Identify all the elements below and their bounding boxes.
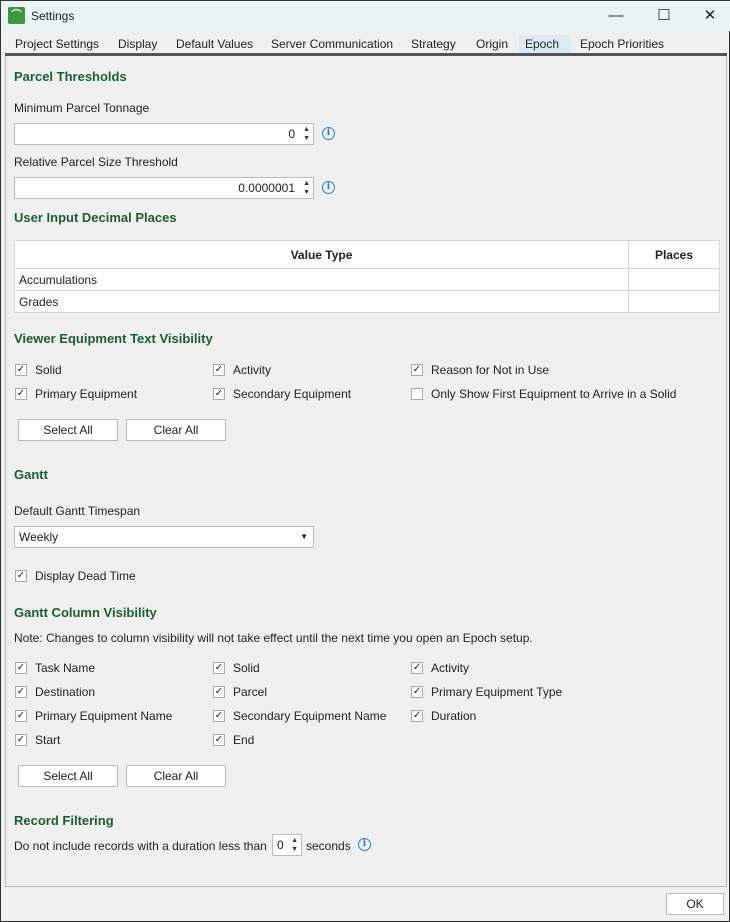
column-checkbox-label: Solid xyxy=(233,661,260,675)
column-checkbox[interactable]: ✓ xyxy=(411,710,423,722)
spin-up-icon[interactable]: ▲ xyxy=(291,837,298,845)
window-title: Settings xyxy=(31,9,75,23)
column-checkbox[interactable]: ✓ xyxy=(213,734,225,746)
timespan-value: Weekly xyxy=(19,530,59,544)
close-button[interactable]: ✕ xyxy=(695,5,725,27)
viewer-checkbox-label: Reason for Not in Use xyxy=(431,363,550,377)
section-heading: Gantt xyxy=(14,467,48,482)
tab-default-values[interactable]: Default Values xyxy=(170,35,259,53)
app-logo-icon: ⌒ xyxy=(8,7,25,24)
tab-display[interactable]: Display xyxy=(112,35,163,53)
column-checkbox-label: Parcel xyxy=(233,685,268,699)
relative-parcel-label: Relative Parcel Size Threshold xyxy=(14,155,178,169)
relative-parcel-threshold-input[interactable]: 0.0000001 ▲ ▼ xyxy=(14,177,314,199)
section-heading: Viewer Equipment Text Visibility xyxy=(14,331,213,346)
column-header-places[interactable]: Places xyxy=(628,240,720,269)
section-heading: Record Filtering xyxy=(14,813,114,828)
filter-suffix-label: seconds xyxy=(306,839,351,853)
info-icon[interactable]: i xyxy=(322,127,335,140)
info-icon[interactable]: i xyxy=(322,181,335,194)
viewer-checkbox-label: Secondary Equipment xyxy=(233,387,352,401)
column-checkbox[interactable]: ✓ xyxy=(15,710,27,722)
column-checkbox[interactable]: ✓ xyxy=(15,734,27,746)
column-checkbox-label: Primary Equipment Type xyxy=(431,685,563,699)
spin-up-icon[interactable]: ▲ xyxy=(303,180,310,188)
column-checkbox-label: Duration xyxy=(431,709,477,723)
filter-prefix-label: Do not include records with a duration l… xyxy=(14,839,267,853)
viewer-select-all-button[interactable]: Select All xyxy=(18,419,118,441)
column-visibility-note: Note: Changes to column visibility will … xyxy=(14,631,533,645)
tab-origin[interactable]: Origin xyxy=(470,35,514,53)
column-checkbox-label: End xyxy=(233,733,255,747)
viewer-checkbox[interactable]: ✓ xyxy=(213,388,225,400)
tab-epoch-priorities[interactable]: Epoch Priorities xyxy=(574,35,670,53)
display-dead-time-checkbox[interactable]: ✓ xyxy=(15,570,27,582)
viewer-checkbox-label: Primary Equipment xyxy=(35,387,138,401)
section-heading: User Input Decimal Places xyxy=(14,210,177,225)
column-header-value-type[interactable]: Value Type xyxy=(14,240,629,269)
column-checkbox-label: Secondary Equipment Name xyxy=(233,709,387,723)
spin-down-icon[interactable]: ▼ xyxy=(303,135,310,143)
decimal-places-table: Value Type Places Accumulations Grades xyxy=(14,240,720,313)
tab-project-settings[interactable]: Project Settings xyxy=(9,35,105,53)
spin-down-icon[interactable]: ▼ xyxy=(303,189,310,197)
viewer-checkbox-label: Solid xyxy=(35,363,62,377)
tab-bar: Project Settings Display Default Values … xyxy=(5,35,727,56)
viewer-checkbox-label: Only Show First Equipment to Arrive in a… xyxy=(431,387,677,401)
section-heading: Gantt Column Visibility xyxy=(14,605,157,620)
title-bar: ⌒ Settings ☐ — ✕ xyxy=(1,1,730,31)
info-icon[interactable]: i xyxy=(358,838,371,851)
ok-button[interactable]: OK xyxy=(666,893,724,915)
maximize-button[interactable]: ☐ xyxy=(649,5,679,27)
min-parcel-label: Minimum Parcel Tonnage xyxy=(14,101,150,115)
min-parcel-tonnage-input[interactable]: 0 ▲ ▼ xyxy=(14,123,314,145)
cell-value-type: Accumulations xyxy=(14,268,629,291)
column-checkbox[interactable]: ✓ xyxy=(213,710,225,722)
table-row[interactable]: Accumulations xyxy=(14,268,720,291)
relative-parcel-value: 0.0000001 xyxy=(238,181,295,195)
table-row[interactable]: Grades xyxy=(14,290,720,313)
gantt-timespan-select[interactable]: Weekly ▼ xyxy=(14,526,314,548)
display-dead-time-label: Display Dead Time xyxy=(35,569,136,583)
column-checkbox-label: Destination xyxy=(35,685,96,699)
columns-select-all-button[interactable]: Select All xyxy=(18,765,118,787)
column-checkbox-label: Task Name xyxy=(35,661,96,675)
cell-places[interactable] xyxy=(628,268,720,291)
viewer-checkbox[interactable]: ✓ xyxy=(15,388,27,400)
viewer-clear-all-button[interactable]: Clear All xyxy=(126,419,226,441)
columns-clear-all-button[interactable]: Clear All xyxy=(126,765,226,787)
column-checkbox-label: Activity xyxy=(431,661,470,675)
tab-server-communication[interactable]: Server Communication xyxy=(265,35,399,53)
column-checkbox[interactable]: ✓ xyxy=(411,686,423,698)
viewer-checkbox[interactable]: ✓ xyxy=(411,364,423,376)
spin-up-icon[interactable]: ▲ xyxy=(303,126,310,134)
min-parcel-value: 0 xyxy=(288,127,295,141)
minimize-button[interactable]: — xyxy=(601,5,631,27)
column-checkbox-label: Primary Equipment Name xyxy=(35,709,173,723)
column-checkbox[interactable]: ✓ xyxy=(213,662,225,674)
viewer-checkbox[interactable]: ✓ xyxy=(15,364,27,376)
cell-value-type: Grades xyxy=(14,290,629,313)
tab-epoch[interactable]: Epoch xyxy=(519,35,571,53)
viewer-checkbox-label: Activity xyxy=(233,363,272,377)
column-checkbox-label: Start xyxy=(35,733,61,747)
tab-strategy[interactable]: Strategy xyxy=(405,35,462,53)
column-checkbox[interactable]: ✓ xyxy=(213,686,225,698)
section-heading: Parcel Thresholds xyxy=(14,69,127,84)
viewer-checkbox[interactable] xyxy=(411,388,423,400)
column-checkbox[interactable]: ✓ xyxy=(15,686,27,698)
chevron-down-icon: ▼ xyxy=(300,532,308,541)
min-duration-input[interactable]: 0 ▲ ▼ xyxy=(272,834,302,856)
spin-down-icon[interactable]: ▼ xyxy=(291,846,298,854)
column-checkbox[interactable]: ✓ xyxy=(411,662,423,674)
timespan-label: Default Gantt Timespan xyxy=(14,504,141,518)
min-duration-value: 0 xyxy=(277,838,284,852)
column-checkbox[interactable]: ✓ xyxy=(15,662,27,674)
viewer-checkbox[interactable]: ✓ xyxy=(213,364,225,376)
cell-places[interactable] xyxy=(628,290,720,313)
